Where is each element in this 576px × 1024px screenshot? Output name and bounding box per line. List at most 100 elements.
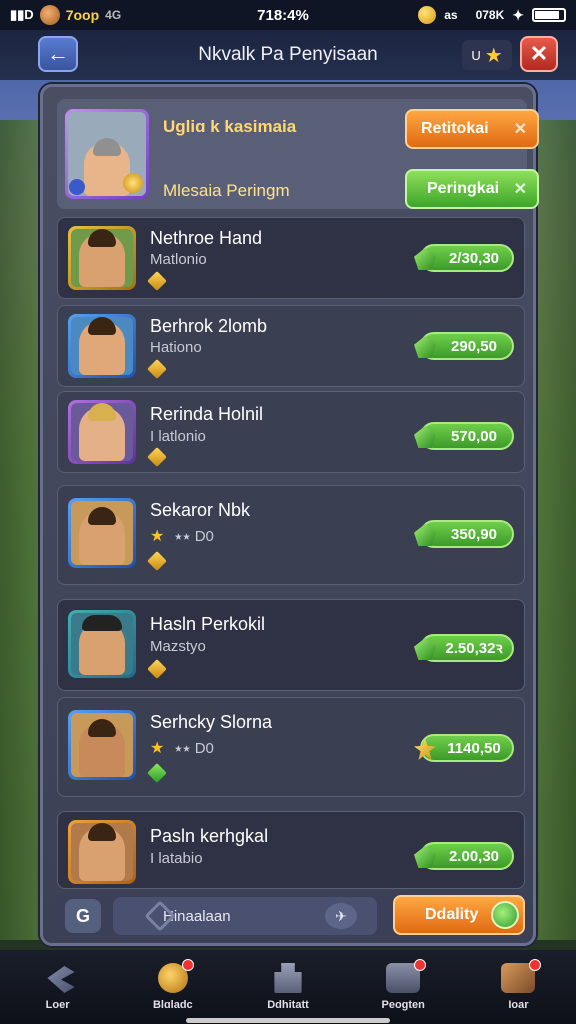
nav-label: Loer: [45, 999, 70, 1011]
gem-icon: [414, 336, 436, 358]
rank-gem-icon: [147, 271, 167, 291]
player-subtitle: I latabio: [150, 850, 203, 867]
badge-text: U: [471, 47, 481, 63]
avatar: [68, 610, 136, 678]
avatar: [68, 226, 136, 290]
player-portrait: [84, 138, 130, 196]
star-icon: ★: [484, 44, 503, 67]
action-button[interactable]: Ddality: [393, 895, 525, 935]
avatar: [68, 498, 136, 568]
bottom-navigation: Loer Blɑladc Ddhitatt Peogten Ioar: [0, 950, 576, 1024]
rank-gem-icon: [147, 447, 167, 467]
score-value: 570,00: [451, 427, 497, 445]
gem-icon: [414, 524, 436, 546]
gem-icon: [414, 426, 436, 448]
player-stars-text: ⭑⭑ D0: [174, 739, 214, 757]
search-icon: [144, 900, 176, 932]
player-name: Nethroe Hand: [150, 228, 263, 248]
player-subtitle: I latlonio: [150, 428, 206, 445]
player-avatar[interactable]: [65, 109, 149, 199]
nav-item-loer[interactable]: Loer: [0, 950, 115, 1024]
rank-gem-icon: [147, 359, 167, 379]
camera-icon: [386, 959, 427, 993]
status-app-text: 7oop: [65, 7, 100, 23]
player-stars-text: ⭑⭑ D0: [174, 527, 214, 545]
player-subtitle: Matlonio: [150, 251, 207, 268]
gem-icon: [414, 248, 436, 270]
coin-icon: [418, 6, 437, 24]
player-subtitle: Mazstyo: [150, 638, 206, 655]
score-value: 1140,50: [447, 739, 501, 757]
gem-icon: [414, 846, 436, 868]
signal-icon: ▮▮D: [10, 7, 34, 22]
close-small-icon: ✕: [513, 121, 527, 138]
current-player-card: Ugliɑ k kasimaia Mlesaia Peringm Retitok…: [57, 99, 539, 209]
player-subtitle: Hationo: [150, 339, 202, 356]
player-rank-label: Mlesaia Peringm: [163, 181, 290, 200]
player-name: Rerinda Holnil: [150, 404, 264, 424]
leaderboard-panel: Ugliɑ k kasimaia Mlesaia Peringm Retitok…: [40, 84, 539, 946]
leaderboard-row[interactable]: Rerinda Holnil I latlonio 570,00: [57, 391, 525, 473]
player-name: Ugliɑ k kasimaia: [163, 117, 297, 136]
close-small-icon: ✕: [513, 181, 527, 198]
castle-icon: [274, 963, 302, 993]
star-gem-icon: [414, 738, 436, 760]
score-value: 350,90: [451, 525, 497, 543]
leaderboard-row[interactable]: Nethroe Hand Matlonio 2/30,30: [57, 217, 525, 299]
status-time: 718:4%: [257, 6, 309, 24]
action-label: Ddality: [425, 906, 479, 923]
leaderboard-row[interactable]: Berhrok 2lomb Hationo 290,50: [57, 305, 525, 387]
player-name: Hasln Perkokil: [150, 614, 266, 634]
avatar: [68, 400, 136, 464]
nav-item-peogten[interactable]: Peogten: [346, 950, 461, 1024]
refresh-button[interactable]: G: [65, 899, 101, 933]
score-value: 290,50: [451, 337, 497, 355]
gem-icon: [414, 638, 436, 660]
pencil-icon: [491, 901, 519, 929]
notification-dot: [529, 959, 542, 971]
wifi-icon: ✦: [512, 6, 524, 23]
status-coin-text: as: [444, 8, 458, 22]
player-subtitle: ★ ⭑⭑ D0: [150, 738, 214, 758]
nav-label: Peogten: [381, 999, 425, 1011]
avatar: [68, 314, 136, 378]
score-pill: 2/30,30: [414, 244, 514, 272]
coin-icon: [157, 959, 194, 993]
player-name: Berhrok 2lomb: [150, 316, 268, 336]
app-avatar-icon: [39, 5, 60, 25]
score-value: 2/30,30: [448, 249, 500, 267]
coin-badge-icon: [123, 173, 143, 193]
refresh-button[interactable]: Retitokai ✕: [405, 109, 539, 149]
rank-gem-icon: [147, 763, 167, 783]
notification-dot: [181, 959, 194, 971]
ranking-label: Peringkai: [427, 180, 500, 197]
leaderboard-row[interactable]: Hasln Perkokil Mazstyo 2.50,32ꝛ: [57, 599, 525, 691]
close-button[interactable]: ✕: [520, 36, 558, 72]
nav-item-ioar[interactable]: Ioar: [461, 950, 576, 1024]
nav-label: Blɑladc: [152, 999, 193, 1011]
leaderboard-row[interactable]: Serhcky Slorna ★ ⭑⭑ D0 1140,50: [57, 697, 525, 797]
nav-item-ddhitatt[interactable]: Ddhitatt: [230, 950, 345, 1024]
status-bar: ▮▮D 7oop 4G 718:4% as 078K ✦: [0, 0, 576, 30]
battery-icon: [532, 8, 566, 22]
status-network-text: 4G: [105, 8, 122, 22]
score-value: 2.00,30: [448, 847, 500, 865]
player-name: Pasln kerhgkal: [150, 826, 269, 846]
home-indicator[interactable]: [186, 1018, 390, 1023]
nav-label: Ioar: [508, 999, 529, 1011]
search-field[interactable]: Hinaalaan ✈ ✕: [113, 897, 421, 935]
rank-gem-icon: [147, 659, 167, 679]
score-pill: 2.50,32ꝛ: [414, 634, 514, 662]
player-name: Serhcky Slorna: [150, 712, 273, 732]
avatar: [68, 820, 136, 884]
rank-gem-icon: [147, 551, 167, 571]
nav-item-blaladc[interactable]: Blɑladc: [115, 950, 230, 1024]
send-icon[interactable]: ✈: [325, 903, 357, 929]
share-icon: [47, 966, 75, 993]
score-value: 2.50,32ꝛ: [445, 640, 503, 657]
nav-label: Ddhitatt: [267, 999, 309, 1011]
favorites-badge[interactable]: U ★: [462, 40, 512, 70]
leaderboard-row[interactable]: Sekaror Nbk ★ ⭑⭑ D0 350,90: [57, 485, 525, 585]
ranking-button[interactable]: Peringkai ✕: [405, 169, 539, 209]
leaderboard-row[interactable]: Pasln kerhgkal I latabio 2.00,30: [57, 811, 525, 889]
